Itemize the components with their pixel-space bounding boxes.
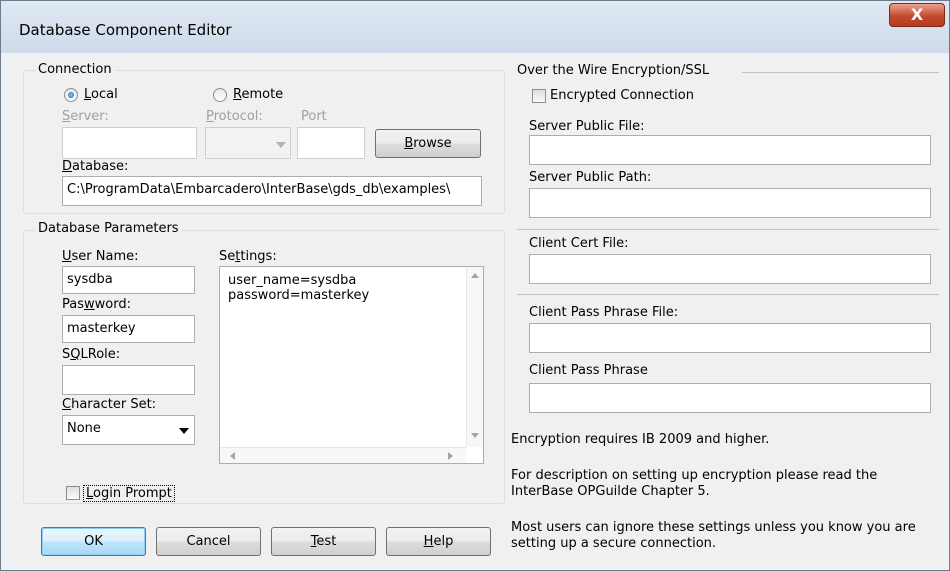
- remote-radio-label[interactable]: Remote: [233, 87, 283, 102]
- password-input[interactable]: masterkey: [62, 315, 195, 343]
- database-label: Database:: [62, 159, 129, 174]
- settings-label: Settings:: [219, 249, 277, 264]
- server-label: Server:: [62, 109, 109, 124]
- ignore-settings-note: Most users can ignore these settings unl…: [511, 520, 916, 551]
- browse-button[interactable]: Browse: [375, 129, 481, 158]
- database-input[interactable]: C:\ProgramData\Embarcadero\InterBase\gds…: [62, 176, 482, 206]
- dialog-body: Connection Local Remote Server: Protocol…: [9, 53, 941, 564]
- scroll-right-icon[interactable]: [448, 452, 453, 460]
- title-bar[interactable]: Database Component Editor X: [1, 1, 949, 53]
- connection-group-title: Connection: [35, 62, 115, 77]
- client-pass-separator: [517, 294, 939, 295]
- port-input[interactable]: [297, 127, 365, 159]
- scroll-down-icon[interactable]: [471, 433, 479, 438]
- vertical-scrollbar[interactable]: [466, 267, 483, 447]
- protocol-label: Protocol:: [206, 109, 263, 124]
- ssl-group-title: Over the Wire Encryption/SSL: [517, 63, 710, 78]
- scroll-left-icon[interactable]: [230, 452, 235, 460]
- local-radio-label[interactable]: Local: [84, 87, 118, 102]
- server-input[interactable]: [62, 127, 197, 159]
- settings-text: user_name=sysdba password=masterkey: [228, 273, 370, 303]
- database-parameters-title: Database Parameters: [35, 221, 182, 236]
- client-pass-phrase-file-input[interactable]: [529, 323, 931, 353]
- client-cert-file-label: Client Cert File:: [529, 236, 629, 251]
- chevron-down-icon: [179, 428, 189, 434]
- client-cert-file-input[interactable]: [529, 254, 931, 284]
- ok-button[interactable]: OK: [41, 527, 146, 556]
- user-name-input[interactable]: sysdba: [62, 266, 195, 294]
- character-set-value: None: [67, 421, 101, 436]
- dialog-window: Database Component Editor X Connection L…: [0, 0, 950, 571]
- protocol-select[interactable]: [205, 127, 291, 159]
- server-public-path-input[interactable]: [529, 188, 931, 218]
- encryption-description-note: For description on setting up encryption…: [511, 468, 878, 499]
- remote-radio[interactable]: [213, 88, 227, 102]
- character-set-select[interactable]: None: [62, 415, 195, 445]
- client-pass-phrase-label: Client Pass Phrase: [529, 363, 648, 378]
- encryption-requirement-note: Encryption requires IB 2009 and higher.: [511, 432, 770, 447]
- local-radio[interactable]: [64, 88, 78, 102]
- cancel-button[interactable]: Cancel: [156, 527, 261, 556]
- client-pass-phrase-file-label: Client Pass Phrase File:: [529, 305, 679, 320]
- window-title: Database Component Editor: [19, 21, 232, 39]
- port-label: Port: [301, 109, 327, 124]
- password-label: Paswword:: [62, 297, 131, 312]
- help-button[interactable]: Help: [386, 527, 491, 556]
- server-public-file-label: Server Public File:: [529, 119, 645, 134]
- login-prompt-label[interactable]: Login Prompt: [83, 485, 175, 502]
- scroll-up-icon[interactable]: [471, 273, 479, 278]
- client-pass-phrase-input[interactable]: [529, 383, 931, 413]
- close-icon[interactable]: X: [889, 3, 945, 27]
- sqlrole-input[interactable]: [62, 365, 195, 395]
- server-public-path-label: Server Public Path:: [529, 170, 652, 185]
- test-button[interactable]: Test: [271, 527, 376, 556]
- encrypted-connection-label[interactable]: Encrypted Connection: [550, 88, 694, 103]
- character-set-label: Character Set:: [62, 397, 157, 412]
- user-name-label: User Name:: [62, 249, 139, 264]
- horizontal-scrollbar[interactable]: [220, 447, 466, 463]
- encrypted-connection-checkbox[interactable]: [532, 89, 546, 103]
- client-cert-separator: [517, 229, 939, 230]
- settings-memo[interactable]: user_name=sysdba password=masterkey: [219, 266, 484, 464]
- chevron-down-icon: [276, 142, 286, 148]
- server-public-file-input[interactable]: [529, 135, 931, 165]
- sqlrole-label: SQLRole:: [62, 347, 121, 362]
- login-prompt-checkbox[interactable]: [66, 486, 80, 500]
- ssl-group-separator: [742, 72, 939, 73]
